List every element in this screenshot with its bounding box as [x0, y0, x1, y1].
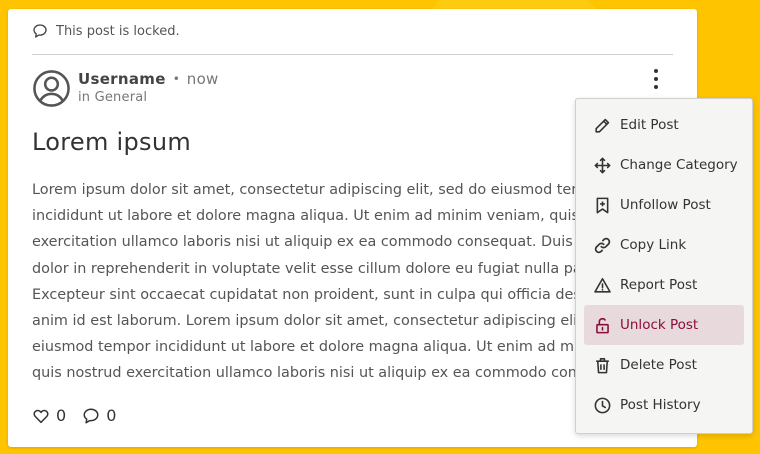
bookmark-icon	[596, 197, 609, 213]
menu-item-label: Edit Post	[620, 117, 679, 133]
menu-item-report-post[interactable]: Report Post	[584, 265, 744, 305]
category-line[interactable]: in General	[78, 90, 219, 105]
separator-dot: •	[172, 72, 180, 86]
more-options-icon[interactable]	[652, 69, 660, 89]
post-actions: 0 0	[32, 406, 116, 425]
post-title: Lorem ipsum	[32, 128, 192, 156]
like-count: 0	[56, 406, 67, 425]
menu-item-unlock-post[interactable]: Unlock Post	[584, 305, 744, 345]
unlock-icon	[596, 317, 609, 333]
locked-notice-text: This post is locked.	[56, 23, 180, 39]
username[interactable]: Username	[78, 70, 166, 88]
post-meta: Username • now in General	[78, 69, 219, 105]
menu-item-label: Post History	[620, 397, 701, 413]
move-arrows-icon	[594, 157, 611, 173]
heart-icon	[33, 409, 49, 423]
warning-icon	[594, 277, 611, 293]
menu-item-label: Copy Link	[620, 237, 687, 253]
speech-bubble-icon	[33, 24, 47, 38]
divider	[32, 54, 673, 55]
menu-item-unfollow-post[interactable]: Unfollow Post	[584, 185, 744, 225]
menu-item-post-history[interactable]: Post History	[584, 385, 744, 425]
menu-item-change-category[interactable]: Change Category	[584, 145, 744, 185]
clock-icon	[594, 397, 611, 413]
menu-item-edit-post[interactable]: Edit Post	[584, 105, 744, 145]
menu-item-label: Delete Post	[620, 357, 697, 373]
menu-item-label: Unlock Post	[620, 317, 699, 333]
menu-item-label: Report Post	[620, 277, 698, 293]
comment-count: 0	[106, 406, 117, 425]
menu-item-label: Unfollow Post	[620, 197, 711, 213]
menu-item-delete-post[interactable]: Delete Post	[584, 345, 744, 385]
trash-icon	[596, 357, 609, 373]
menu-item-label: Change Category	[620, 157, 738, 173]
locked-notice: This post is locked.	[32, 22, 180, 40]
comment-button[interactable]: 0	[82, 406, 116, 425]
menu-item-copy-link[interactable]: Copy Link	[584, 225, 744, 265]
post-time: now	[186, 70, 219, 88]
post-options-menu: Edit Post Change Category Unfollow Post …	[575, 98, 753, 434]
avatar[interactable]	[32, 69, 71, 108]
pencil-icon	[595, 118, 610, 133]
like-button[interactable]: 0	[32, 406, 66, 425]
speech-bubble-icon	[83, 408, 99, 423]
link-icon	[594, 237, 611, 253]
